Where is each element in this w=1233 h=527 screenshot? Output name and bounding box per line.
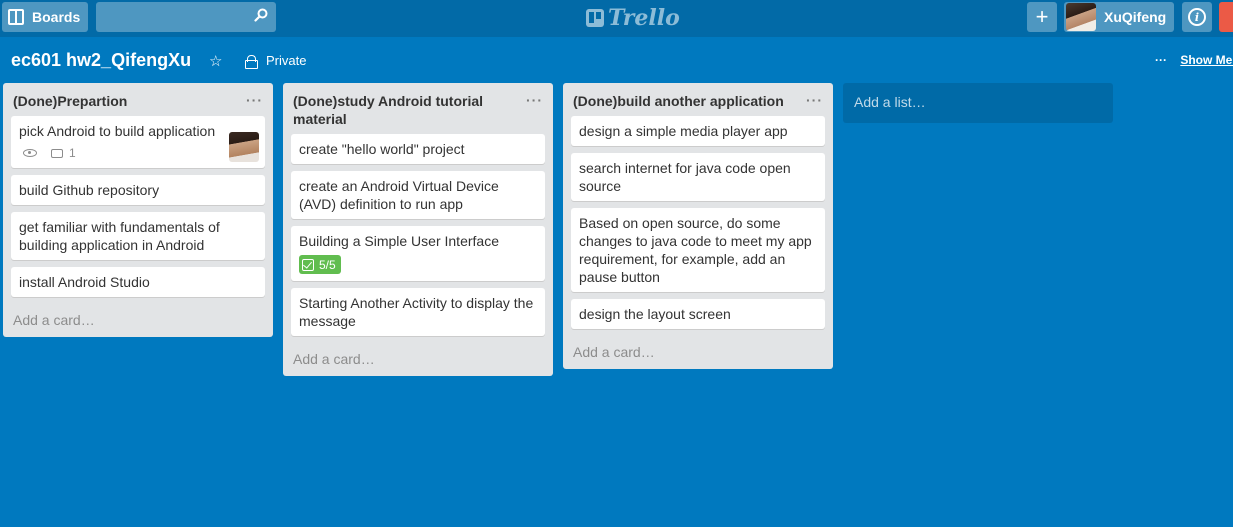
card[interactable]: create an Android Virtual Device (AVD) d… bbox=[291, 171, 545, 219]
card-title: Based on open source, do some changes to… bbox=[579, 215, 812, 285]
card-title: get familiar with fundamentals of buildi… bbox=[19, 219, 220, 253]
card-title: design a simple media player app bbox=[579, 123, 788, 139]
list-header: (Done)Prepartion ··· bbox=[3, 83, 273, 114]
list-title[interactable]: (Done)Prepartion bbox=[13, 93, 127, 109]
list-menu-icon[interactable]: ··· bbox=[526, 91, 543, 109]
boards-button[interactable]: Boards bbox=[2, 2, 88, 32]
list-menu-icon[interactable]: ··· bbox=[246, 91, 263, 109]
trello-logo-icon bbox=[586, 9, 604, 27]
card[interactable]: design a simple media player app bbox=[571, 116, 825, 146]
plus-icon: + bbox=[1035, 4, 1049, 29]
show-menu-button[interactable]: ··· Show Menu bbox=[1155, 53, 1233, 67]
list-study-android: (Done)study Android tutorial material ··… bbox=[283, 83, 553, 376]
search-icon bbox=[254, 8, 268, 22]
card[interactable]: Based on open source, do some changes to… bbox=[571, 208, 825, 292]
boards-icon bbox=[8, 9, 24, 25]
card-title: create an Android Virtual Device (AVD) d… bbox=[299, 178, 499, 212]
comment-icon bbox=[51, 148, 63, 158]
card[interactable]: create "hello world" project bbox=[291, 134, 545, 164]
card[interactable]: build Github repository bbox=[11, 175, 265, 205]
card-title: design the layout screen bbox=[579, 306, 731, 322]
card-title: build Github repository bbox=[19, 182, 160, 198]
checklist-count: 5/5 bbox=[319, 257, 336, 272]
add-button[interactable]: + bbox=[1027, 2, 1057, 32]
add-list-button[interactable]: Add a list… bbox=[843, 83, 1113, 123]
card-title: install Android Studio bbox=[19, 274, 150, 290]
top-header: Boards Trello + XuQifeng i bbox=[0, 0, 1233, 37]
card[interactable]: Building a Simple User Interface 5/5 bbox=[291, 226, 545, 281]
visibility-button[interactable]: Private bbox=[245, 53, 307, 69]
list-menu-icon[interactable]: ··· bbox=[806, 91, 823, 109]
avatar[interactable] bbox=[229, 132, 259, 162]
card-title: pick Android to build application bbox=[19, 123, 216, 139]
card-title: create "hello world" project bbox=[299, 141, 465, 157]
card-title: Starting Another Activity to display the… bbox=[299, 294, 534, 329]
logo-text: Trello bbox=[608, 5, 680, 31]
list-header: (Done)build another application ··· bbox=[563, 83, 833, 114]
card[interactable]: search internet for java code open sourc… bbox=[571, 153, 825, 201]
board-title[interactable]: ec601 hw2_QifengXu bbox=[11, 50, 191, 71]
list-title[interactable]: (Done)build another application bbox=[573, 93, 784, 109]
card[interactable]: design the layout screen bbox=[571, 299, 825, 329]
list-title[interactable]: (Done)study Android tutorial material bbox=[293, 93, 483, 127]
card[interactable]: get familiar with fundamentals of buildi… bbox=[11, 212, 265, 260]
boards-label: Boards bbox=[32, 9, 81, 25]
card[interactable]: install Android Studio bbox=[11, 267, 265, 297]
member-name: XuQifeng bbox=[1104, 9, 1167, 25]
info-icon: i bbox=[1188, 8, 1206, 26]
avatar bbox=[1066, 3, 1096, 31]
star-icon[interactable]: ☆ bbox=[209, 52, 222, 70]
info-button[interactable]: i bbox=[1182, 2, 1212, 32]
comment-count: 1 bbox=[69, 146, 76, 160]
trello-logo[interactable]: Trello bbox=[586, 5, 680, 31]
card-title: Building a Simple User Interface bbox=[299, 233, 499, 249]
lock-icon bbox=[245, 54, 258, 69]
search-input[interactable] bbox=[96, 2, 276, 32]
member-menu-button[interactable]: XuQifeng bbox=[1064, 2, 1174, 32]
card-title: search internet for java code open sourc… bbox=[579, 160, 791, 194]
notifications-button[interactable] bbox=[1219, 2, 1233, 32]
watch-icon bbox=[23, 149, 37, 157]
add-card-button[interactable]: Add a card… bbox=[563, 336, 833, 369]
checklist-badge: 5/5 bbox=[299, 255, 341, 274]
checklist-icon bbox=[302, 258, 314, 271]
show-menu-label: Show Menu bbox=[1180, 53, 1233, 67]
card[interactable]: Starting Another Activity to display the… bbox=[291, 287, 545, 336]
card[interactable]: pick Android to build application 1 bbox=[11, 116, 265, 168]
card-badges: 1 bbox=[19, 144, 257, 162]
visibility-label: Private bbox=[266, 53, 307, 68]
more-icon: ··· bbox=[1155, 53, 1167, 67]
add-card-button[interactable]: Add a card… bbox=[3, 304, 273, 337]
add-card-button[interactable]: Add a card… bbox=[283, 343, 553, 376]
list-header: (Done)study Android tutorial material ··… bbox=[283, 83, 553, 132]
list-preparation: (Done)Prepartion ··· pick Android to bui… bbox=[3, 83, 273, 337]
list-build-application: (Done)build another application ··· desi… bbox=[563, 83, 833, 369]
